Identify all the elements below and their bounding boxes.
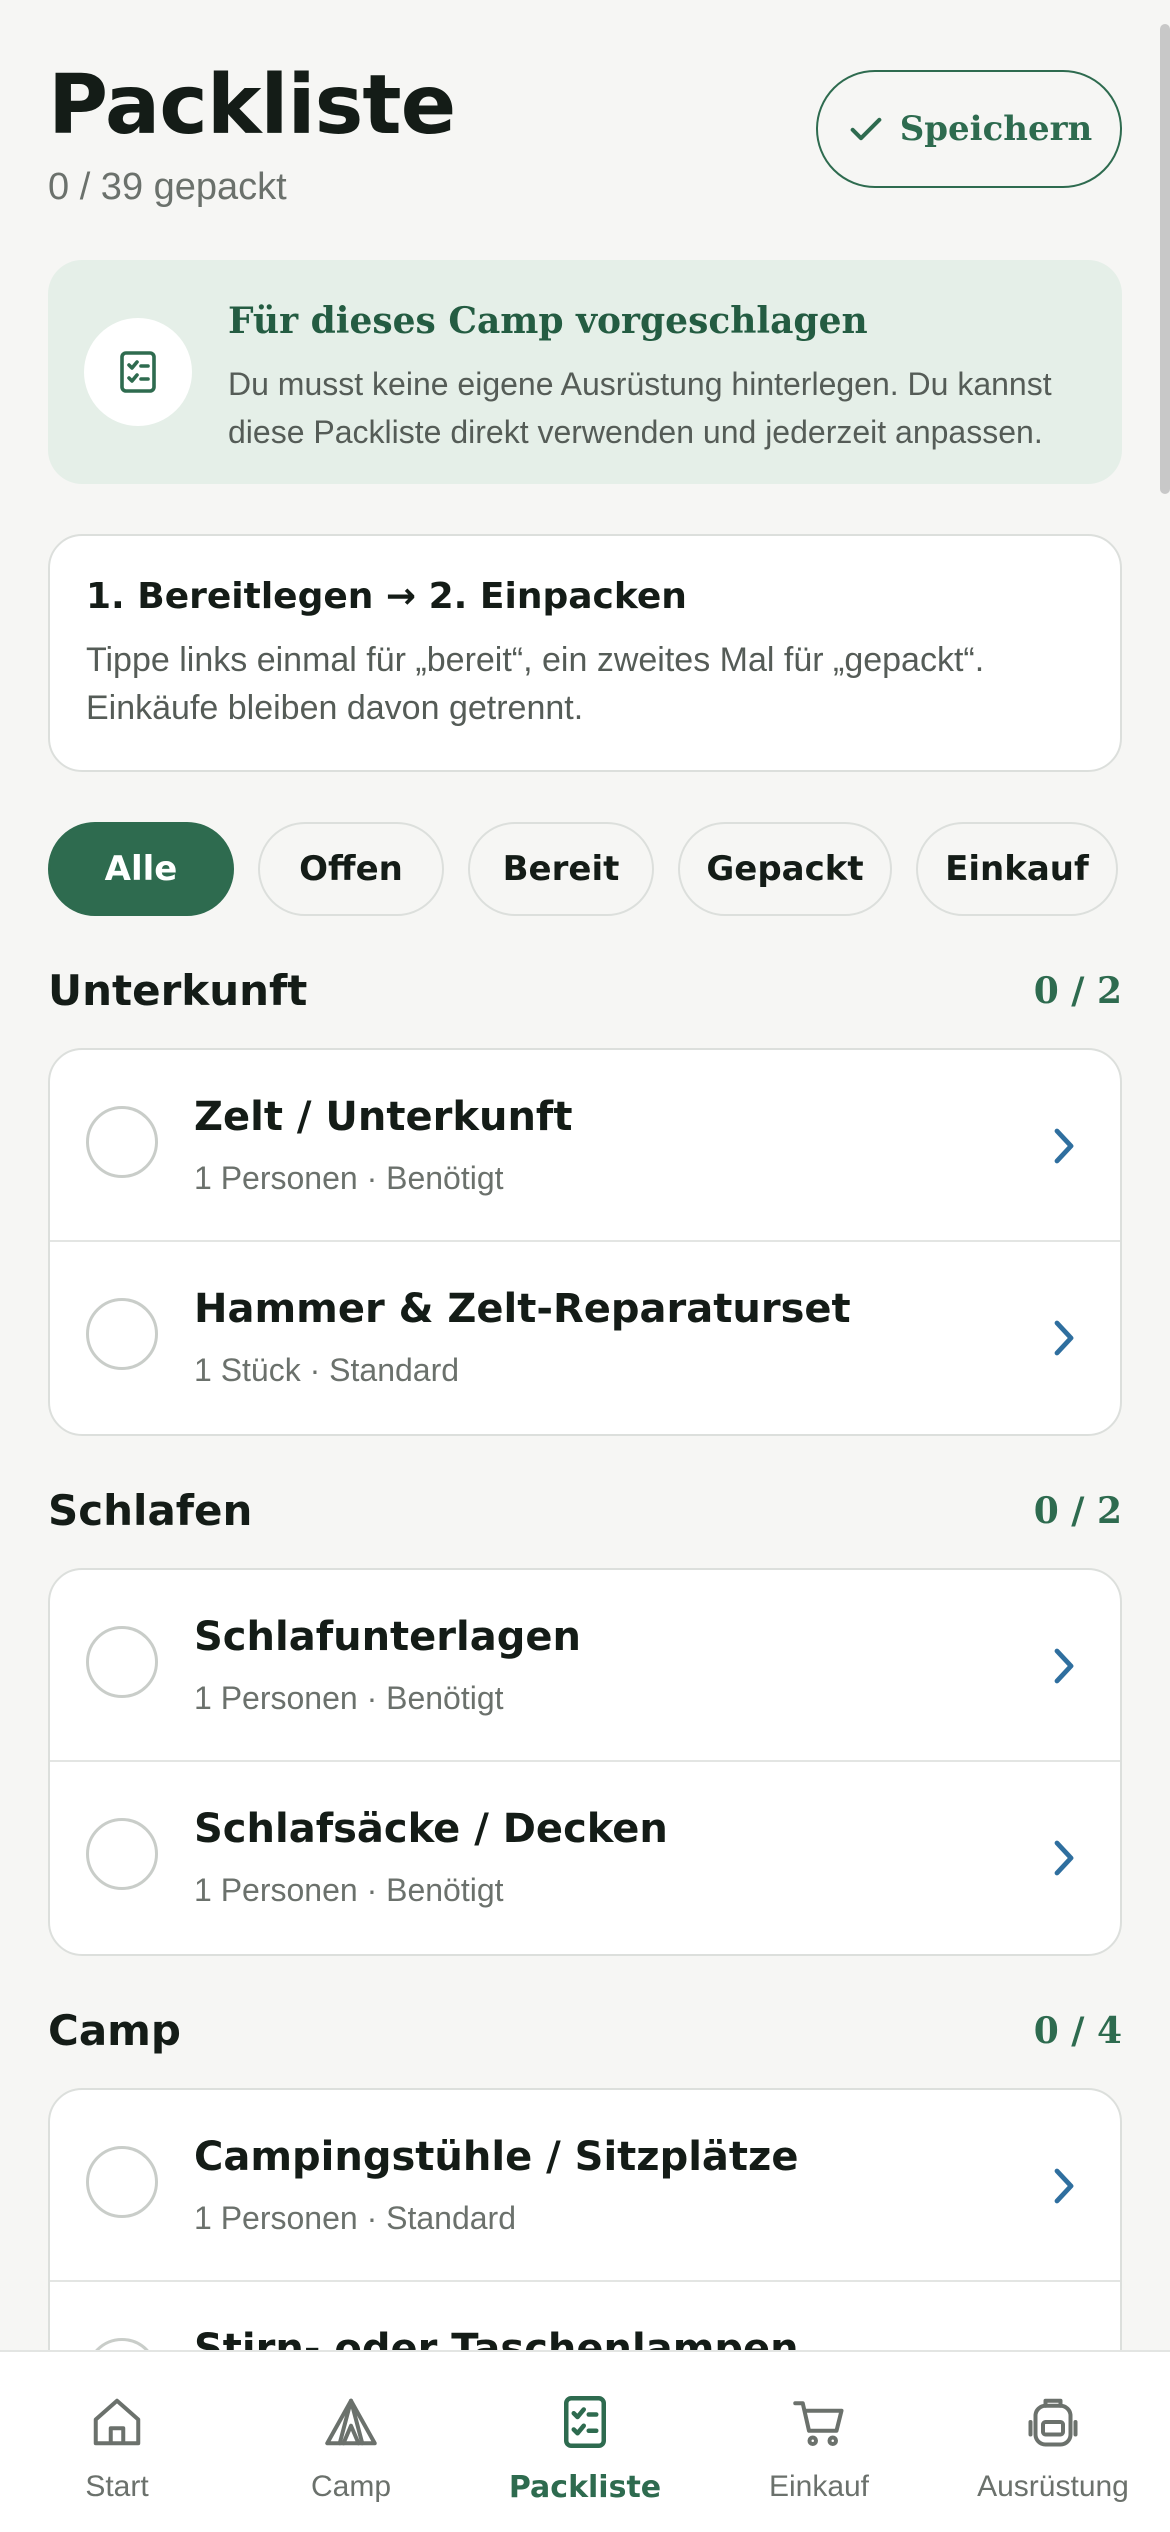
checklist-icon	[564, 2396, 606, 2448]
steps-text: Tippe links einmal für „bereit“, ein zwe…	[86, 641, 985, 727]
nav-item-ausruestung[interactable]: Ausrüstung	[936, 2352, 1170, 2532]
item-status-toggle[interactable]	[86, 1298, 158, 1370]
list-item[interactable]: Campingstühle / Sitzplätze 1 Personen · …	[50, 2090, 1120, 2282]
chevron-right-icon	[1054, 1128, 1074, 1164]
bottom-navigation: Start Camp Packliste Einkauf Ausrüstung	[0, 2350, 1170, 2532]
item-meta: 1 Personen · Benötigt	[194, 1680, 504, 1716]
chevron-right-icon	[1054, 1840, 1074, 1876]
filter-chip-offen[interactable]: Offen	[258, 822, 444, 916]
item-title: Schlafunterlagen	[194, 1614, 581, 1660]
item-status-toggle[interactable]	[86, 1106, 158, 1178]
nav-label: Ausrüstung	[977, 2470, 1129, 2503]
item-meta: 1 Personen · Benötigt	[194, 1872, 504, 1908]
packed-progress: 0 / 39 gepackt	[48, 166, 287, 208]
section-header-camp: Camp 0 / 4	[48, 2006, 1122, 2066]
nav-label: Start	[85, 2470, 149, 2503]
page-title: Packliste	[48, 58, 456, 153]
nav-label: Einkauf	[768, 2470, 870, 2503]
filter-chip-einkauf[interactable]: Einkauf	[916, 822, 1118, 916]
section-header-schlafen: Schlafen 0 / 2	[48, 1486, 1122, 1546]
filter-chip-alle[interactable]: Alle	[48, 822, 234, 916]
suggestion-icon-circle	[84, 318, 192, 426]
section-list-unterkunft: Zelt / Unterkunft 1 Personen · Benötigt …	[48, 1048, 1122, 1436]
item-status-toggle[interactable]	[86, 1626, 158, 1698]
filter-chip-gepackt[interactable]: Gepackt	[678, 822, 892, 916]
section-title: Schlafen	[48, 1486, 253, 1535]
home-icon	[93, 2398, 141, 2446]
steps-title: 1. Bereitlegen → 2. Einpacken	[86, 576, 687, 617]
item-title: Schlafsäcke / Decken	[194, 1806, 668, 1852]
list-item[interactable]: Schlafunterlagen 1 Personen · Benötigt	[50, 1570, 1120, 1762]
item-title: Zelt / Unterkunft	[194, 1094, 573, 1140]
filter-bar: Alle Offen Bereit Gepackt Einkauf	[48, 822, 1170, 916]
steps-card: 1. Bereitlegen → 2. Einpacken Tippe link…	[48, 534, 1122, 772]
item-meta: 1 Personen · Benötigt	[194, 1160, 504, 1196]
item-status-toggle[interactable]	[86, 2146, 158, 2218]
check-icon	[850, 117, 882, 141]
nav-item-camp[interactable]: Camp	[234, 2352, 468, 2532]
cart-icon	[793, 2401, 844, 2447]
list-item[interactable]: Zelt / Unterkunft 1 Personen · Benötigt	[50, 1050, 1120, 1242]
section-title: Unterkunft	[48, 966, 308, 1015]
chevron-right-icon	[1054, 2168, 1074, 2204]
section-count: 0 / 4	[1033, 2010, 1122, 2052]
nav-item-packliste[interactable]: Packliste	[468, 2352, 702, 2532]
section-count: 0 / 2	[1033, 1490, 1122, 1532]
backpack-icon	[1028, 2398, 1078, 2447]
item-title: Hammer & Zelt-Reparaturset	[194, 1286, 851, 1332]
scrollbar[interactable]	[1160, 24, 1170, 494]
save-button[interactable]: Speichern	[816, 70, 1122, 188]
item-meta: 1 Personen · Standard	[194, 2200, 516, 2236]
item-meta: 1 Stück · Standard	[194, 1352, 460, 1388]
nav-item-start[interactable]: Start	[0, 2352, 234, 2532]
header: Packliste 0 / 39 gepackt Speichern	[48, 58, 1122, 218]
list-item[interactable]: Schlafsäcke / Decken 1 Personen · Benöti…	[50, 1762, 1120, 1954]
checklist-icon	[120, 351, 156, 393]
item-status-toggle[interactable]	[86, 1818, 158, 1890]
list-item[interactable]: Hammer & Zelt-Reparaturset 1 Stück · Sta…	[50, 1242, 1120, 1434]
item-title: Campingstühle / Sitzplätze	[194, 2134, 799, 2180]
suggestion-text: Du musst keine eigene Ausrüstung hinterl…	[228, 366, 1052, 450]
suggestion-title: Für dieses Camp vorgeschlagen	[228, 300, 868, 342]
section-count: 0 / 2	[1033, 970, 1122, 1012]
save-button-label: Speichern	[899, 109, 1093, 149]
nav-label: Packliste	[508, 2470, 662, 2505]
chevron-right-icon	[1054, 1320, 1074, 1356]
nav-label: Camp	[310, 2470, 392, 2503]
nav-item-einkauf[interactable]: Einkauf	[702, 2352, 936, 2532]
filter-chip-bereit[interactable]: Bereit	[468, 822, 654, 916]
suggestion-card: Für dieses Camp vorgeschlagen Du musst k…	[48, 260, 1122, 484]
section-header-unterkunft: Unterkunft 0 / 2	[48, 966, 1122, 1026]
chevron-right-icon	[1054, 1648, 1074, 1684]
tent-icon	[325, 2398, 377, 2446]
section-title: Camp	[48, 2006, 181, 2055]
packlist-screen: Packliste 0 / 39 gepackt Speichern Für d…	[0, 0, 1170, 2532]
section-list-schlafen: Schlafunterlagen 1 Personen · Benötigt S…	[48, 1568, 1122, 1956]
